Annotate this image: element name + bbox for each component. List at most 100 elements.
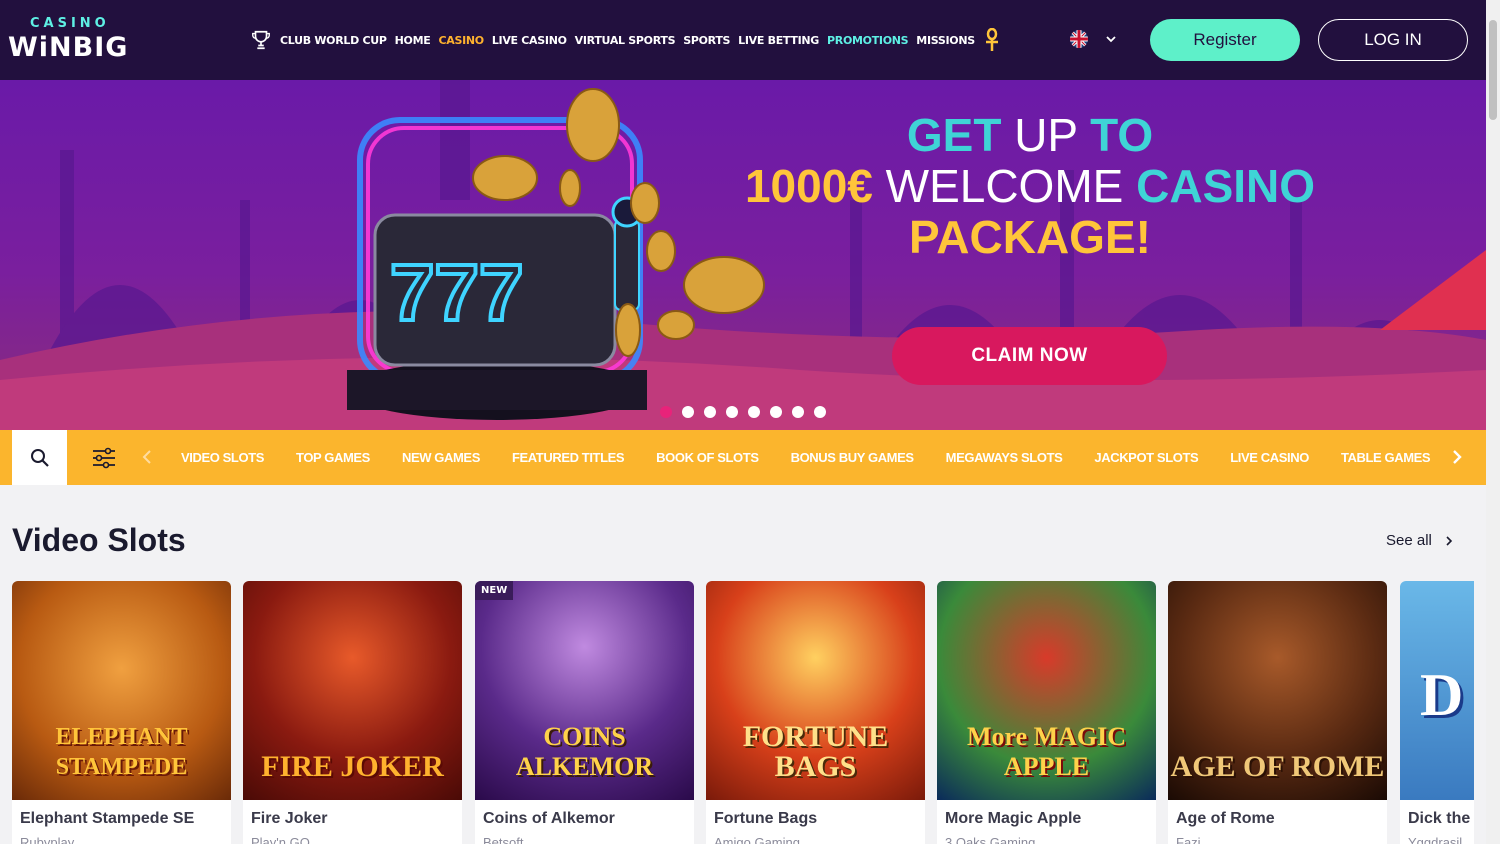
search-icon [30, 448, 49, 467]
nav-live-betting[interactable]: LIVE BETTING [738, 34, 819, 47]
hero-line2-amount: 1000€ [744, 160, 873, 212]
nav-missions[interactable]: MISSIONS [916, 34, 975, 47]
hero-line2-casino: CASINO [1136, 160, 1316, 212]
carousel-dot[interactable] [660, 406, 672, 418]
tab-bonus-buy-games[interactable]: BONUS BUY GAMES [775, 450, 930, 465]
game-provider: Rubyplay [20, 835, 75, 844]
game-thumbnail: NEW COINS ALKEMOR [475, 581, 694, 800]
game-provider: 3 Oaks Gaming [945, 835, 1036, 844]
game-title: More Magic Apple [945, 810, 1082, 827]
nav-promotions[interactable]: PROMOTIONS [827, 34, 909, 47]
carousel-dot[interactable] [770, 406, 782, 418]
tab-top-games[interactable]: TOP GAMES [280, 450, 386, 465]
tab-megaways-slots[interactable]: MEGAWAYS SLOTS [930, 450, 1079, 465]
nav-sports[interactable]: SPORTS [683, 34, 730, 47]
hero-banner[interactable]: 777 GET UP TO 1000€ WELCOME CASINO PACKA… [0, 80, 1486, 430]
game-title: Fortune Bags [714, 810, 818, 827]
nav-virtual-sports[interactable]: VIRTUAL SPORTS [575, 34, 676, 47]
uk-flag-icon [1070, 30, 1088, 48]
game-provider: Fazi [1176, 835, 1201, 844]
game-row: ELEPHANT STAMPEDE Elephant Stampede SE R… [12, 581, 1474, 844]
hero-headline: GET UP TO 1000€ WELCOME CASINO PACKAGE! [700, 110, 1360, 263]
tab-new-games[interactable]: NEW GAMES [386, 450, 496, 465]
category-bar: VIDEO SLOTS TOP GAMES NEW GAMES FEATURED… [0, 430, 1486, 485]
game-thumbnail: More MAGIC APPLE [937, 581, 1156, 800]
carousel-dot[interactable] [814, 406, 826, 418]
main-nav: CLUB WORLD CUP HOME CASINO LIVE CASINO V… [250, 28, 1001, 52]
game-card[interactable]: D Dick the Yggdrasil [1400, 581, 1474, 844]
chevron-right-icon [1446, 535, 1453, 546]
logo-casino-text: CASINO [30, 16, 110, 31]
tab-featured-titles[interactable]: FEATURED TITLES [496, 450, 640, 465]
tab-live-casino[interactable]: LIVE CASINO [1214, 450, 1325, 465]
game-provider: Amigo Gaming [714, 835, 800, 844]
top-header: CASINO WiNBIG CLUB WORLD CUP HOME CASINO… [0, 0, 1486, 80]
game-thumbnail: D [1400, 581, 1474, 800]
game-search-button[interactable] [12, 430, 67, 485]
game-card[interactable]: FIRE JOKER Fire Joker Play'n GO [243, 581, 462, 844]
hero-line3-package: PACKAGE! [909, 211, 1151, 263]
nav-casino[interactable]: CASINO [438, 34, 484, 47]
game-art-text: FORTUNE BAGS [742, 720, 889, 783]
ankh-icon[interactable] [983, 28, 1001, 52]
category-tabs: VIDEO SLOTS TOP GAMES NEW GAMES FEATURED… [165, 430, 1440, 485]
game-art-text: More MAGIC APPLE [966, 722, 1127, 781]
game-art-text: FIRE JOKER [261, 750, 444, 783]
game-art-text: D [1420, 662, 1464, 728]
game-title: Elephant Stampede SE [20, 810, 195, 827]
game-provider: Betsoft [483, 835, 524, 844]
game-card[interactable]: ELEPHANT STAMPEDE Elephant Stampede SE R… [12, 581, 231, 844]
carousel-dot[interactable] [748, 406, 760, 418]
claim-now-button[interactable]: CLAIM NOW [892, 327, 1167, 385]
tab-book-of-slots[interactable]: BOOK OF SLOTS [640, 450, 774, 465]
svg-text:777: 777 [390, 248, 523, 337]
game-thumbnail: FORTUNE BAGS [706, 581, 925, 800]
carousel-dots [660, 406, 826, 418]
page-scrollbar[interactable] [1486, 0, 1500, 844]
game-card[interactable]: NEW COINS ALKEMOR Coins of Alkemor Betso… [475, 581, 694, 844]
carousel-dot[interactable] [704, 406, 716, 418]
chevron-right-icon[interactable] [1446, 447, 1466, 467]
sliders-icon [93, 447, 115, 469]
see-all-label: See all [1386, 532, 1432, 549]
filter-button[interactable] [84, 443, 124, 473]
game-card[interactable]: More MAGIC APPLE More Magic Apple 3 Oaks… [937, 581, 1156, 844]
site-logo[interactable]: CASINO WiNBIG [8, 14, 130, 64]
trophy-icon [252, 30, 270, 50]
carousel-dot[interactable] [682, 406, 694, 418]
chevron-down-icon [1106, 36, 1116, 43]
chevron-left-icon[interactable] [138, 447, 158, 467]
tab-table-games[interactable]: TABLE GAMES [1325, 450, 1440, 465]
tab-jackpot-slots[interactable]: JACKPOT SLOTS [1078, 450, 1214, 465]
game-thumbnail: ELEPHANT STAMPEDE [12, 581, 231, 800]
hero-line1-up: UP [1001, 109, 1091, 161]
game-art-text: COINS ALKEMOR [515, 722, 654, 781]
game-art-text: AGE OF ROME [1170, 750, 1385, 783]
section-title: Video Slots [12, 522, 186, 558]
game-title: Fire Joker [251, 810, 328, 827]
game-thumbnail: FIRE JOKER [243, 581, 462, 800]
game-title: Dick the [1408, 810, 1471, 827]
tab-video-slots[interactable]: VIDEO SLOTS [165, 450, 280, 465]
nav-club-world-cup[interactable]: CLUB WORLD CUP [280, 34, 387, 47]
new-badge: NEW [475, 581, 514, 600]
nav-live-casino[interactable]: LIVE CASINO [492, 34, 567, 47]
see-all-link[interactable]: See all [1386, 532, 1454, 549]
hero-line2-welcome: WELCOME [872, 160, 1137, 212]
game-card[interactable]: FORTUNE BAGS Fortune Bags Amigo Gaming [706, 581, 925, 844]
logo-winbig-text: WiNBIG [8, 32, 129, 63]
nav-home[interactable]: HOME [395, 34, 431, 47]
game-art-text: ELEPHANT STAMPEDE [55, 724, 188, 780]
scrollbar-thumb[interactable] [1489, 20, 1497, 120]
game-title: Age of Rome [1176, 810, 1275, 827]
game-card[interactable]: AGE OF ROME Age of Rome Fazi [1168, 581, 1387, 844]
hero-line1-to: TO [1090, 109, 1154, 161]
carousel-dot[interactable] [726, 406, 738, 418]
login-button[interactable]: LOG IN [1318, 19, 1468, 61]
game-title: Coins of Alkemor [483, 810, 615, 827]
game-thumbnail: AGE OF ROME [1168, 581, 1387, 800]
carousel-dot[interactable] [792, 406, 804, 418]
register-button[interactable]: Register [1150, 19, 1300, 61]
language-selector[interactable] [1070, 30, 1118, 48]
hero-line1-get: GET [906, 109, 1002, 161]
